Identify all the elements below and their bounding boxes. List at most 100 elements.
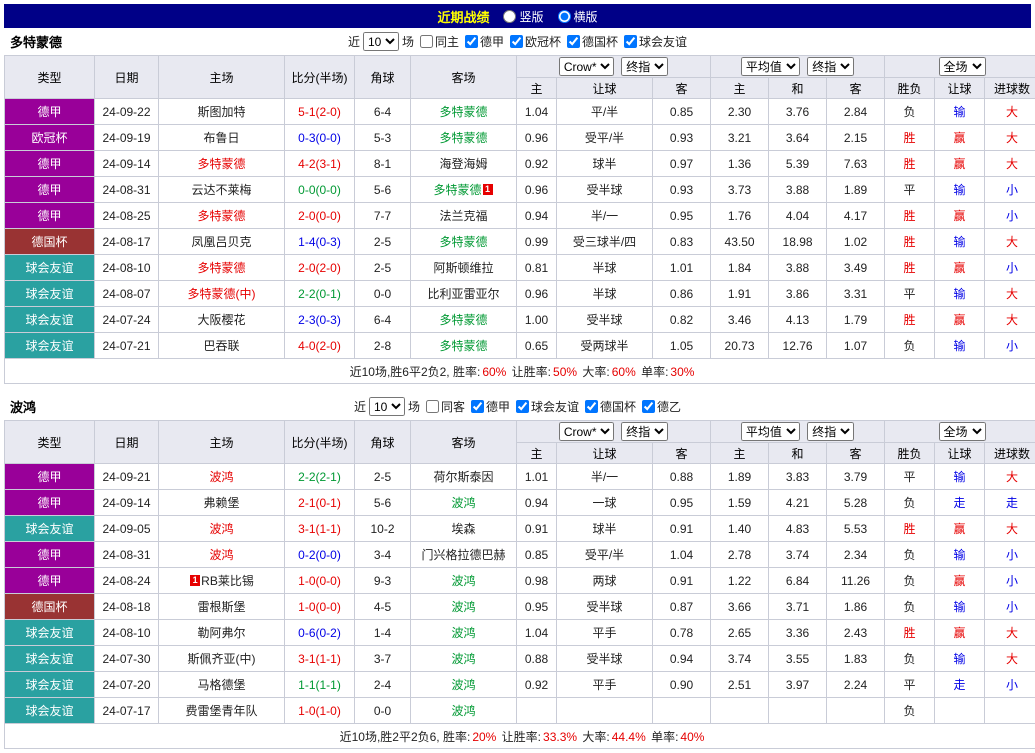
handicap-line: 受半球 [557, 177, 653, 203]
result-goals: 大 [985, 99, 1035, 125]
result-win-draw-loss: 平 [885, 464, 935, 490]
league-filter-checkbox[interactable] [471, 400, 484, 413]
league-filter-欧冠杯[interactable]: 欧冠杯 [510, 33, 561, 50]
league-filter-checkbox[interactable] [510, 35, 523, 48]
layout-radio-horizontal[interactable]: 横版 [558, 8, 598, 25]
avg-odds-home: 3.46 [711, 307, 769, 333]
average-select[interactable]: 平均值 [741, 57, 800, 76]
col-header-odds-home: 主 [517, 443, 557, 464]
summary-segment: 让胜率: [508, 365, 551, 379]
league-filter-球会友谊[interactable]: 球会友谊 [624, 33, 687, 50]
result-goals: 小 [985, 177, 1035, 203]
team-label: 波鸿 [451, 574, 475, 588]
handicap-odds-away: 0.78 [653, 620, 711, 646]
same-venue-filter[interactable]: 同主 [420, 33, 459, 50]
match-score: 5-1(2-0) [285, 99, 355, 125]
league-type-badge: 德甲 [5, 99, 95, 125]
league-filter-德乙[interactable]: 德乙 [642, 398, 681, 415]
avg-odds-draw: 3.88 [769, 255, 827, 281]
league-type-badge: 德甲 [5, 151, 95, 177]
same-venue-checkbox[interactable] [426, 400, 439, 413]
handicap-line: 一球 [557, 490, 653, 516]
handicap-odds-away: 1.04 [653, 542, 711, 568]
result-win-draw-loss: 胜 [885, 203, 935, 229]
league-type-badge: 球会友谊 [5, 333, 95, 359]
same-venue-filter[interactable]: 同客 [426, 398, 465, 415]
handicap-odds-away: 0.85 [653, 99, 711, 125]
handicap-line: 受半球 [557, 646, 653, 672]
avg-odds-home: 1.91 [711, 281, 769, 307]
league-filter-checkbox[interactable] [624, 35, 637, 48]
home-team: 多特蒙德 [159, 151, 285, 177]
corner-score: 2-5 [355, 255, 411, 281]
avg-odds-home: 2.51 [711, 672, 769, 698]
handicap-line: 受平/半 [557, 542, 653, 568]
summary-row: 近10场,胜2平2负6, 胜率:20% 让胜率:33.3% 大率:44.4% 单… [5, 724, 1035, 749]
final-odds-select[interactable]: 终指 [807, 57, 854, 76]
league-filter-德国杯[interactable]: 德国杯 [567, 33, 618, 50]
league-filter-checkbox[interactable] [642, 400, 655, 413]
league-type-badge: 德国杯 [5, 594, 95, 620]
recent-count-select[interactable]: 10 [369, 397, 405, 416]
red-card-badge: 1 [190, 575, 200, 586]
handicap-line: 平手 [557, 672, 653, 698]
final-odds-select[interactable]: 终指 [807, 422, 854, 441]
handicap-line: 受平/半 [557, 125, 653, 151]
league-filter-checkbox[interactable] [516, 400, 529, 413]
home-team: 多特蒙德 [159, 203, 285, 229]
match-row: 德甲24-08-25多特蒙德2-0(0-0)7-7法兰克福0.94半/一0.95… [5, 203, 1035, 229]
col-header-date: 日期 [95, 421, 159, 464]
avg-odds-draw: 3.83 [769, 464, 827, 490]
match-score: 0-2(0-0) [285, 542, 355, 568]
average-select[interactable]: 平均值 [741, 422, 800, 441]
result-win-draw-loss: 胜 [885, 516, 935, 542]
result-handicap: 输 [935, 542, 985, 568]
avg-odds-home: 1.84 [711, 255, 769, 281]
league-filter-checkbox[interactable] [567, 35, 580, 48]
final-odds-select[interactable]: 终指 [621, 422, 668, 441]
avg-odds-away: 2.24 [827, 672, 885, 698]
match-score: 3-1(1-1) [285, 646, 355, 672]
summary-segment: 大率: [579, 730, 610, 744]
result-handicap: 赢 [935, 151, 985, 177]
match-row: 德甲24-08-31波鸿0-2(0-0)3-4门兴格拉德巴赫0.85受平/半1.… [5, 542, 1035, 568]
away-team: 波鸿 [411, 490, 517, 516]
result-win-draw-loss: 平 [885, 281, 935, 307]
same-venue-checkbox[interactable] [420, 35, 433, 48]
final-odds-select[interactable]: 终指 [621, 57, 668, 76]
page-title: 近期战绩 [437, 7, 489, 26]
league-filter-checkbox[interactable] [585, 400, 598, 413]
away-team: 多特蒙德1 [411, 177, 517, 203]
result-handicap: 输 [935, 464, 985, 490]
layout-radio-vertical[interactable]: 竖版 [503, 8, 543, 25]
league-filter-德甲[interactable]: 德甲 [465, 33, 504, 50]
league-filter-球会友谊[interactable]: 球会友谊 [516, 398, 579, 415]
bookmaker-select[interactable]: Crow* [559, 422, 614, 441]
team-label: 波鸿 [451, 678, 475, 692]
result-handicap: 输 [935, 229, 985, 255]
avg-odds-draw: 3.71 [769, 594, 827, 620]
match-row: 德甲24-08-31云达不莱梅0-0(0-0)5-6多特蒙德10.96受半球0.… [5, 177, 1035, 203]
bookmaker-select[interactable]: Crow* [559, 57, 614, 76]
layout-radio-horizontal-label: 横版 [574, 8, 598, 25]
match-row: 德国杯24-08-17凤凰吕贝克1-4(0-3)2-5多特蒙德0.99受三球半/… [5, 229, 1035, 255]
fullmatch-select[interactable]: 全场 [939, 57, 986, 76]
fullmatch-select[interactable]: 全场 [939, 422, 986, 441]
league-filter-checkbox[interactable] [465, 35, 478, 48]
handicap-odds-away [653, 698, 711, 724]
league-type-badge: 德国杯 [5, 229, 95, 255]
league-type-badge: 德甲 [5, 177, 95, 203]
layout-radio-horizontal-input[interactable] [558, 10, 571, 23]
recent-count-select[interactable]: 10 [363, 32, 399, 51]
team-label: 大阪樱花 [197, 313, 245, 327]
layout-radio-vertical-label: 竖版 [519, 8, 543, 25]
avg-odds-draw: 6.84 [769, 568, 827, 594]
col-header-date: 日期 [95, 56, 159, 99]
col-header-avg-draw: 和 [769, 443, 827, 464]
handicap-line: 半球 [557, 281, 653, 307]
league-filter-德甲[interactable]: 德甲 [471, 398, 510, 415]
avg-odds-away: 1.79 [827, 307, 885, 333]
league-filter-德国杯[interactable]: 德国杯 [585, 398, 636, 415]
result-goals: 大 [985, 307, 1035, 333]
layout-radio-vertical-input[interactable] [503, 10, 516, 23]
